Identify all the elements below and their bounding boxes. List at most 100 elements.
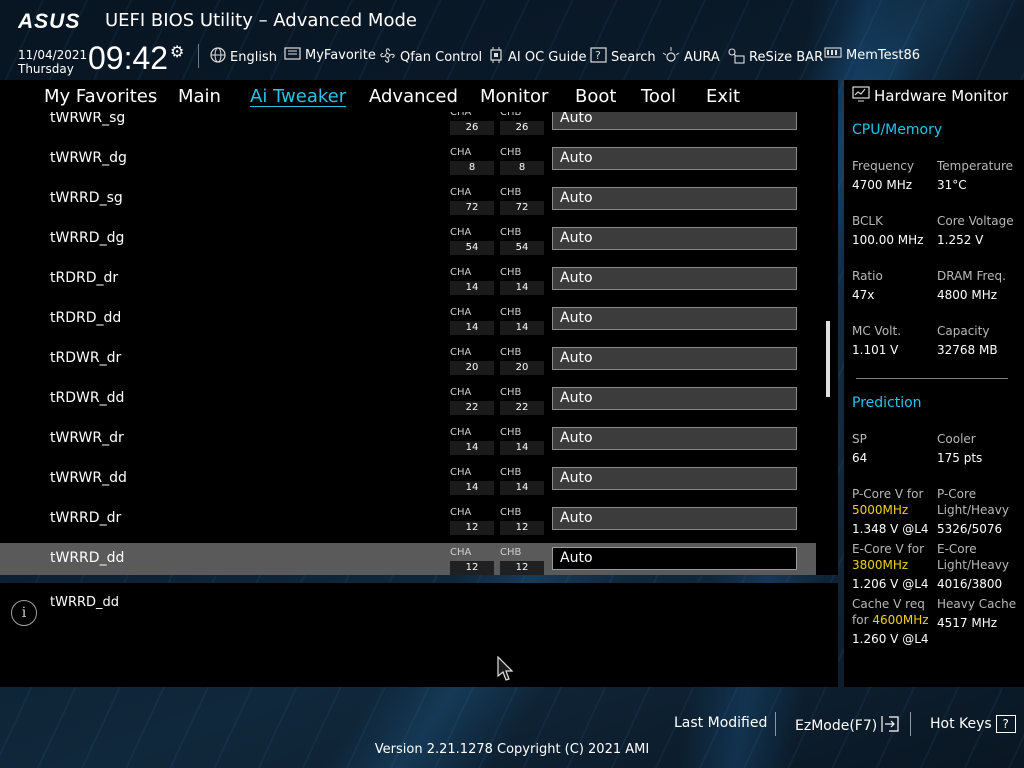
channel-a-label: CHA xyxy=(450,147,472,158)
clock-time[interactable]: 09:42 xyxy=(88,40,168,77)
channel-b-value: 8 xyxy=(500,161,544,175)
pcore-v-label: P-Core V for 5000MHz xyxy=(852,486,923,518)
qfan-control-label: Qfan Control xyxy=(400,50,483,65)
ezmode-button[interactable]: EzMode(F7) xyxy=(795,715,901,737)
channel-b-readout: CHB 14 xyxy=(500,267,544,295)
channel-a-value: 14 xyxy=(450,481,494,495)
setting-row[interactable]: tWRRD_dg CHA 54 CHB 54 Auto xyxy=(0,223,816,256)
channel-a-label: CHA xyxy=(450,427,472,438)
pcore-light-heavy-value: 5326/5076 xyxy=(937,522,1003,536)
tab-main[interactable]: Main xyxy=(178,86,221,107)
ecore-v-frequency: 3800MHz xyxy=(852,558,909,572)
channel-b-value: 22 xyxy=(500,401,544,415)
setting-value-select[interactable]: Auto xyxy=(552,307,797,330)
channel-b-readout: CHB 26 xyxy=(500,112,544,135)
ecore-light-heavy-label: E-Core Light/Heavy xyxy=(937,541,1009,573)
setting-row[interactable]: tWRRD_dd CHA 12 CHB 12 Auto xyxy=(0,543,816,575)
ai-oc-guide-button[interactable]: AI OC Guide xyxy=(488,47,586,67)
aura-button[interactable]: AURA xyxy=(662,47,720,67)
tab-exit[interactable]: Exit xyxy=(706,86,740,107)
channel-b-readout: CHB 14 xyxy=(500,427,544,455)
cache-v-label-for: for xyxy=(852,613,869,627)
setting-value-select[interactable]: Auto xyxy=(552,147,797,170)
channel-b-value: 20 xyxy=(500,361,544,375)
setting-row[interactable]: tRDRD_dd CHA 14 CHB 14 Auto xyxy=(0,303,816,336)
channel-a-value: 14 xyxy=(450,281,494,295)
main-menu-bar: My Favorites Main Ai Tweaker Advanced Mo… xyxy=(0,80,838,112)
setting-row[interactable]: tWRWR_dr CHA 14 CHB 14 Auto xyxy=(0,423,816,456)
channel-a-value: 54 xyxy=(450,241,494,255)
channel-a-readout: CHA 14 xyxy=(450,427,494,455)
setting-value-select[interactable]: Auto xyxy=(552,267,797,290)
dram-freq-value: 4800 MHz xyxy=(937,288,998,302)
ecore-v-value: 1.206 V @L4 xyxy=(852,577,929,591)
channel-b-label: CHB xyxy=(500,187,522,198)
tab-ai-tweaker[interactable]: Ai Tweaker xyxy=(250,86,346,107)
exit-arrow-icon xyxy=(881,715,901,737)
tab-advanced[interactable]: Advanced xyxy=(369,86,458,107)
tab-my-favorites[interactable]: My Favorites xyxy=(44,86,157,107)
channel-b-readout: CHB 8 xyxy=(500,147,544,175)
asus-logo-text: ASUS xyxy=(18,10,80,32)
setting-row[interactable]: tRDWR_dr CHA 20 CHB 20 Auto xyxy=(0,343,816,376)
setting-value-select[interactable]: Auto xyxy=(552,347,797,370)
channel-a-value: 20 xyxy=(450,361,494,375)
channel-b-readout: CHB 12 xyxy=(500,547,544,575)
aura-label: AURA xyxy=(684,49,720,65)
gear-icon[interactable]: ⚙ xyxy=(170,42,184,61)
channel-b-label: CHB xyxy=(500,467,522,478)
channel-a-readout: CHA 20 xyxy=(450,347,494,375)
setting-row[interactable]: tWRWR_dg CHA 8 CHB 8 Auto xyxy=(0,143,816,176)
setting-row[interactable]: tWRWR_sg CHA 26 CHB 26 Auto xyxy=(0,112,816,136)
channel-a-label: CHA xyxy=(450,227,472,238)
channel-a-label: CHA xyxy=(450,112,472,118)
setting-value-select[interactable]: Auto xyxy=(552,187,797,210)
channel-b-label: CHB xyxy=(500,547,522,558)
channel-b-label: CHB xyxy=(500,387,522,398)
channel-a-readout: CHA 72 xyxy=(450,187,494,215)
language-button[interactable]: English xyxy=(210,47,277,67)
channel-b-value: 72 xyxy=(500,201,544,215)
setting-value-select[interactable]: Auto xyxy=(552,547,797,570)
channel-b-label: CHB xyxy=(500,307,522,318)
setting-row[interactable]: tWRRD_sg CHA 72 CHB 72 Auto xyxy=(0,183,816,216)
setting-label: tWRRD_sg xyxy=(50,190,123,206)
scrollbar-thumb[interactable] xyxy=(826,321,830,397)
search-button[interactable]: ? Search xyxy=(590,47,656,67)
qfan-control-button[interactable]: Qfan Control xyxy=(379,47,482,68)
setting-row[interactable]: tRDRD_dr CHA 14 CHB 14 Auto xyxy=(0,263,816,296)
setting-value-select[interactable]: Auto xyxy=(552,112,797,130)
setting-row[interactable]: tWRWR_dd CHA 14 CHB 14 Auto xyxy=(0,463,816,496)
capacity-label: Capacity xyxy=(937,324,990,338)
setting-value-select[interactable]: Auto xyxy=(552,227,797,250)
tab-monitor[interactable]: Monitor xyxy=(480,86,548,107)
channel-b-value: 14 xyxy=(500,281,544,295)
setting-row[interactable]: tWRRD_dr CHA 12 CHB 12 Auto xyxy=(0,503,816,536)
date-display: 11/04/2021 Thursday xyxy=(18,48,87,76)
channel-b-value: 26 xyxy=(500,121,544,135)
temperature-label: Temperature xyxy=(937,159,1014,173)
settings-panel: tWRWR_sg CHA 26 CHB 26 Auto tWRWR_dg CHA 8 CHB 8 Au… xyxy=(0,112,838,575)
setting-value-select[interactable]: Auto xyxy=(552,467,797,490)
resize-bar-button[interactable]: ReSize BAR xyxy=(727,47,823,68)
channel-a-readout: CHA 14 xyxy=(450,467,494,495)
myfavorite-button[interactable]: MyFavorite xyxy=(284,47,376,64)
ratio-value: 47x xyxy=(852,288,875,302)
cache-v-label: Cache V req for 4600MHz xyxy=(852,596,929,628)
tab-boot[interactable]: Boot xyxy=(575,86,616,107)
cache-v-value: 1.260 V @L4 xyxy=(852,632,929,646)
channel-a-label: CHA xyxy=(450,267,472,278)
myfavorite-label: MyFavorite xyxy=(305,48,376,63)
setting-row[interactable]: tRDWR_dd CHA 22 CHB 22 Auto xyxy=(0,383,816,416)
memtest86-button[interactable]: MemTest86 xyxy=(824,47,920,63)
hot-keys-button[interactable]: Hot Keys ? xyxy=(930,715,1016,733)
ecore-v-label: E-Core V for 3800MHz xyxy=(852,541,924,573)
setting-value-select[interactable]: Auto xyxy=(552,427,797,450)
setting-value-select[interactable]: Auto xyxy=(552,507,797,530)
setting-value-select[interactable]: Auto xyxy=(552,387,797,410)
last-modified-button[interactable]: Last Modified xyxy=(674,715,767,731)
tab-tool[interactable]: Tool xyxy=(641,86,676,107)
temperature-value: 31°C xyxy=(937,178,967,192)
bclk-value: 100.00 MHz xyxy=(852,233,924,247)
channel-b-label: CHB xyxy=(500,267,522,278)
